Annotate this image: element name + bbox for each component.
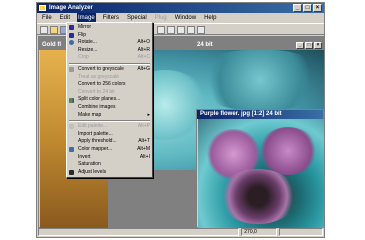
menu-item-mirror[interactable]: Mirror <box>67 24 152 32</box>
tool-icon-1[interactable] <box>157 26 165 34</box>
mirror-icon <box>69 25 74 31</box>
menu-item-rotate[interactable]: Rotate... Alt+O <box>67 39 152 47</box>
statusbar: 270,0 <box>37 227 324 237</box>
doc-title-purple[interactable]: Purple flower. jpg [1:2] 24 bit <box>197 110 323 119</box>
maximize-button[interactable]: □ <box>303 4 312 12</box>
palette-icon <box>69 124 74 130</box>
menu-help[interactable]: Help <box>203 13 217 23</box>
menu-item-flip[interactable]: Flip <box>67 32 152 40</box>
status-coords: 270,0 <box>241 228 278 236</box>
menu-item-resize[interactable]: Resize... Alt+R <box>67 47 152 55</box>
doc-minimize-button[interactable]: _ <box>296 42 304 49</box>
app-icon <box>39 5 46 11</box>
purple-flower-image <box>198 119 324 228</box>
menu-item-crop: Crop Alt+C <box>78 54 150 61</box>
menu-item-split-planes[interactable]: Split color planes... <box>67 96 152 104</box>
doc-close-button[interactable]: × <box>314 42 322 49</box>
submenu-arrow-icon: ▸ <box>147 111 150 118</box>
color-mapper-icon <box>69 147 74 153</box>
doc-maximize-button[interactable]: □ <box>305 42 313 49</box>
menu-item-apply-threshold[interactable]: Apply threshold... Alt+T <box>67 138 152 146</box>
status-extra <box>279 228 323 236</box>
menu-window[interactable]: Window <box>174 13 197 23</box>
tool-icon-2[interactable] <box>187 26 195 34</box>
menu-item-convert-greyscale[interactable]: Convert to greyscale Alt+G <box>67 66 152 74</box>
menu-item-edit-palette: Edit palette... Alt+P <box>67 123 152 131</box>
menu-item-treat-greyscale: Treat as greyscale <box>78 73 119 80</box>
image-menu-dropdown: Mirror Flip Rotate... Alt+O Resize... Alt+… <box>66 22 153 179</box>
menu-separator <box>69 62 150 65</box>
doc-window-purple[interactable]: Purple flower. jpg [1:2] 24 bit <box>196 109 324 228</box>
minimize-button[interactable]: _ <box>293 4 302 12</box>
greyscale-icon <box>69 67 74 73</box>
menu-item-import-palette[interactable]: Import palette... <box>67 131 152 139</box>
levels-icon <box>69 169 74 175</box>
menu-item-make-map[interactable]: Make map ▸ <box>67 112 152 120</box>
menu-item-combine-images[interactable]: Combine images <box>67 104 152 112</box>
rotate-icon <box>69 40 74 46</box>
menu-item-adjust-levels[interactable]: Adjust levels <box>67 169 152 177</box>
close-button[interactable]: × <box>313 4 322 12</box>
flip-icon <box>69 32 74 38</box>
menu-plug[interactable]: Plug <box>154 13 168 23</box>
status-message <box>38 228 240 236</box>
app-titlebar[interactable]: Image Analyzer _ □ × <box>37 3 324 13</box>
menu-file[interactable]: File <box>41 13 53 23</box>
split-planes-icon <box>69 97 74 103</box>
menu-item-saturation[interactable]: Saturation <box>67 161 152 169</box>
app-title: Image Analyzer <box>49 5 93 11</box>
menu-separator <box>69 120 150 123</box>
menu-item-convert-24bit: Convert to 24 bit <box>78 88 115 95</box>
open-folder-icon[interactable] <box>50 26 58 34</box>
menu-item-invert[interactable]: Invert Alt+I <box>67 154 152 162</box>
tool-icon-3[interactable] <box>197 26 205 34</box>
menu-item-color-mapper[interactable]: Color mapper... Alt+M <box>67 146 152 154</box>
zoom-icon[interactable] <box>167 26 175 34</box>
info-icon[interactable] <box>177 26 185 34</box>
menu-item-convert-256[interactable]: Convert to 256 colors <box>67 81 152 89</box>
new-file-icon[interactable] <box>40 26 48 34</box>
